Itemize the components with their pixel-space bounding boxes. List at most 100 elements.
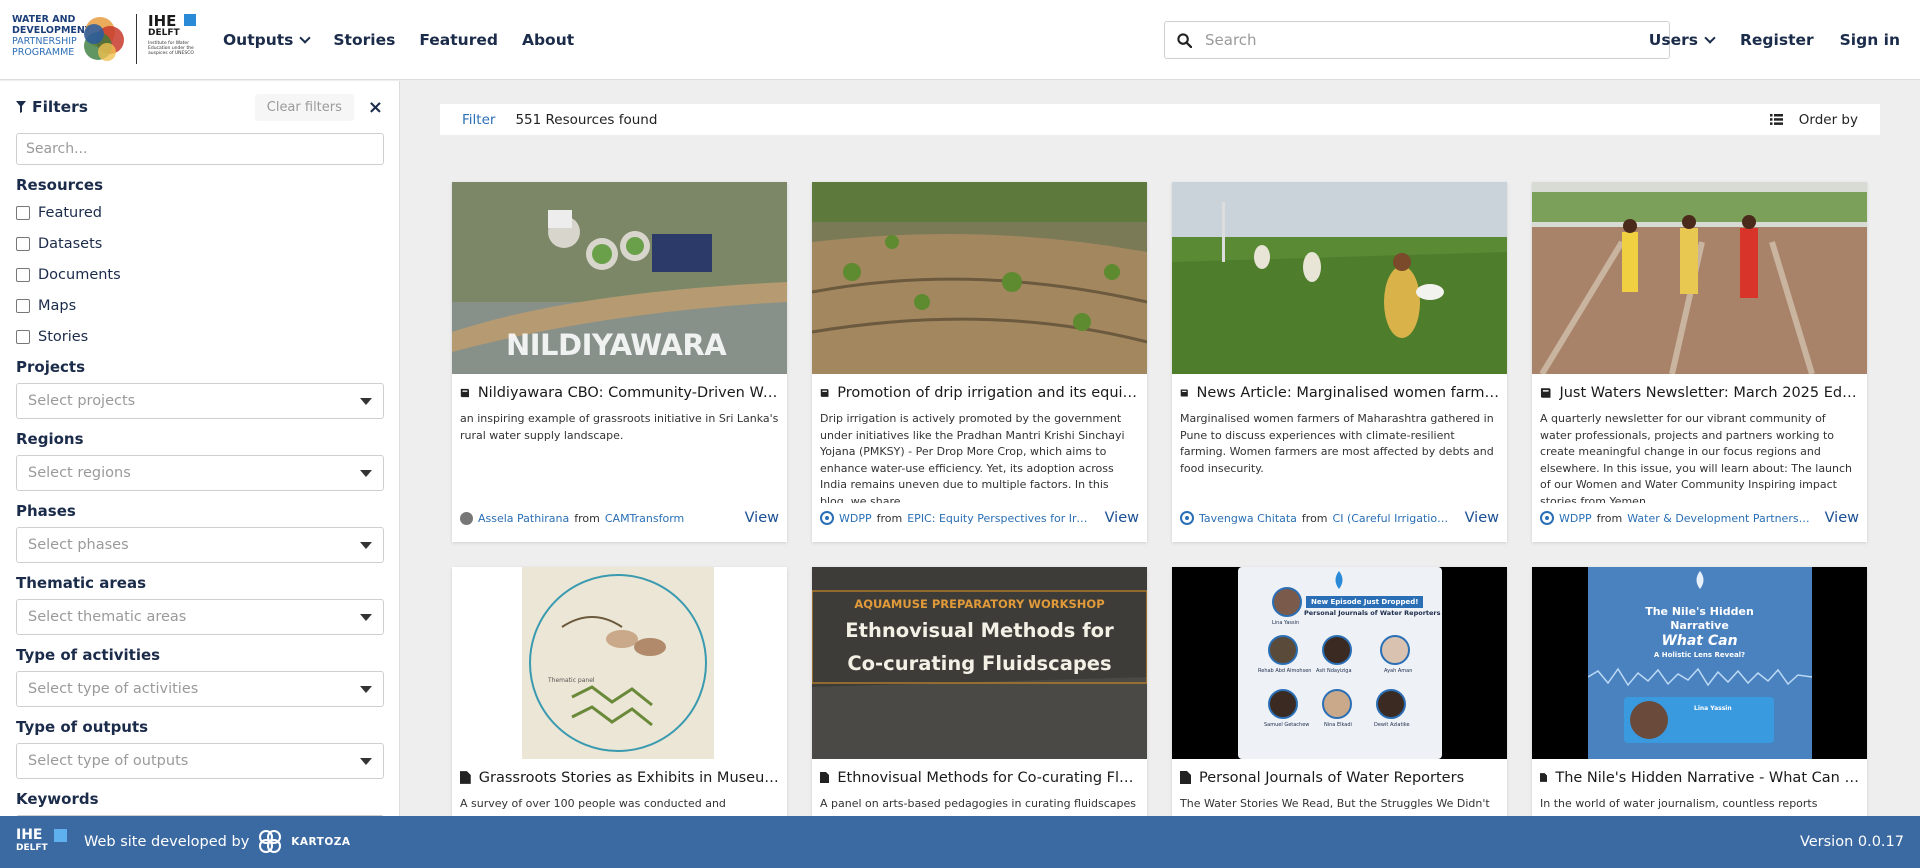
filters-sidebar: Filters Clear filters × Resources Featur… (0, 81, 400, 816)
card-image[interactable]: NILDIYAWARA (452, 182, 787, 374)
results-count: 551 Resources found (515, 111, 658, 128)
nav-about[interactable]: About (522, 31, 574, 49)
outputs-select[interactable]: Select type of outputs (16, 743, 384, 779)
view-button[interactable]: View (1097, 510, 1139, 526)
card-image-caption: Thematic panel (548, 677, 595, 684)
checkbox[interactable] (16, 267, 30, 282)
podcast-logo-icon (1696, 571, 1704, 589)
book-icon (1540, 387, 1551, 398)
checkbox-maps[interactable]: Maps (16, 290, 383, 321)
top-header: WATER AND DEVELOPMENT PARTNERSHIP PROGRA… (0, 0, 1920, 80)
resource-card[interactable]: New Episode Just Dropped! Personal Journ… (1172, 567, 1507, 827)
book-icon (1180, 388, 1188, 397)
ihe-delft-logo[interactable]: IHE DELFT Institute for Water Education … (148, 14, 208, 66)
resource-card[interactable]: News Article: Marginalised women farmers… (1172, 182, 1507, 542)
author-link[interactable]: Assela Pathirana (478, 512, 569, 525)
activities-title: Type of activities (16, 646, 161, 664)
resource-card[interactable]: Just Waters Newsletter: March 2025 Editi… (1532, 182, 1867, 542)
source-link[interactable]: CI (Careful Irrigation): Can Farmers Sav… (1333, 512, 1452, 525)
nav-stories[interactable]: Stories (333, 31, 395, 49)
author-avatar (460, 511, 473, 525)
chevron-down-icon (1704, 32, 1716, 44)
podcast-logo-icon (1335, 571, 1343, 589)
sign-in-link[interactable]: Sign in (1840, 31, 1900, 49)
checkbox[interactable] (16, 298, 30, 313)
checkbox[interactable] (16, 329, 30, 344)
projects-select[interactable]: Select projects (16, 383, 384, 419)
resource-card[interactable]: Thematic panel Grassroots Stories as Exh… (452, 567, 787, 827)
version-label: Version 0.0.17 (1799, 834, 1904, 850)
projects-title: Projects (16, 358, 86, 376)
checkbox-stories[interactable]: Stories (16, 321, 383, 352)
card-title[interactable]: News Article: Marginalised women farmers… (1172, 374, 1507, 411)
card-title[interactable]: Ethnovisual Methods for Co-curating Flui… (812, 759, 1147, 796)
card-title[interactable]: Nildiyawara CBO: Community-Driven Water … (452, 374, 787, 411)
regions-select[interactable]: Select regions (16, 455, 384, 491)
footer-ihe-logo[interactable]: IHE DELFT (16, 828, 70, 855)
search-icon[interactable] (1165, 22, 1203, 58)
results-toolbar: Filter 551 Resources found Order by (440, 104, 1880, 135)
phases-select[interactable]: Select phases (16, 527, 384, 563)
author-link[interactable]: Tavengwa Chitata (1199, 512, 1297, 525)
source-link[interactable]: Water & Development Partnership Programm… (1627, 512, 1811, 525)
view-button[interactable]: View (737, 510, 779, 526)
filters-header: Filters Clear filters × (16, 85, 383, 129)
card-title[interactable]: The Nile's Hidden Narrative - What Can a… (1532, 759, 1867, 796)
search-input[interactable] (1203, 23, 1669, 57)
nav-users[interactable]: Users (1649, 31, 1716, 49)
card-image[interactable]: New Episode Just Dropped! Personal Journ… (1172, 567, 1507, 759)
thematic-select[interactable]: Select thematic areas (16, 599, 384, 635)
register-link[interactable]: Register (1740, 31, 1814, 49)
nav-featured[interactable]: Featured (419, 31, 498, 49)
author-link[interactable]: WDPP (1559, 512, 1592, 525)
card-title[interactable]: Promotion of drip irrigation and its equ… (812, 374, 1147, 411)
outputs-title: Type of outputs (16, 718, 149, 736)
kartoza-link[interactable]: KARTOZA (291, 836, 350, 848)
card-footer: Tavengwa Chitata from CI (Careful Irriga… (1172, 503, 1507, 533)
checkbox-datasets[interactable]: Datasets (16, 228, 383, 259)
resource-card[interactable]: NILDIYAWARA Nildiyawara CBO: Community-D… (452, 182, 787, 542)
activities-select[interactable]: Select type of activities (16, 671, 384, 707)
document-icon (460, 771, 471, 784)
order-by-dropdown[interactable]: Order by (1799, 112, 1858, 128)
regions-title: Regions (16, 430, 84, 448)
card-image[interactable]: AQUAMUSE PREPARATORY WORKSHOP Ethnovisua… (812, 567, 1147, 759)
author-link[interactable]: WDPP (839, 512, 872, 525)
checkbox-featured[interactable]: Featured (16, 197, 383, 228)
order-controls: Order by (1769, 112, 1858, 128)
card-image-caption: NILDIYAWARA (506, 328, 727, 362)
card-description: an inspiring example of grassroots initi… (460, 412, 779, 442)
close-icon[interactable]: × (368, 97, 383, 118)
card-image[interactable]: Thematic panel (452, 567, 787, 759)
checkbox[interactable] (16, 236, 30, 251)
card-image[interactable] (1172, 182, 1507, 374)
filter-search-input[interactable] (16, 133, 384, 165)
list-view-icon[interactable] (1769, 114, 1783, 125)
document-icon (820, 771, 830, 784)
clear-filters-button[interactable]: Clear filters (254, 93, 354, 121)
caret-down-icon (360, 469, 372, 477)
checkbox-documents[interactable]: Documents (16, 259, 383, 290)
resource-card[interactable]: Promotion of drip irrigation and its equ… (812, 182, 1147, 542)
view-button[interactable]: View (1817, 510, 1859, 526)
filter-toggle-link[interactable]: Filter (462, 112, 495, 128)
card-title[interactable]: Just Waters Newsletter: March 2025 Editi… (1532, 374, 1867, 411)
resource-card[interactable]: AQUAMUSE PREPARATORY WORKSHOP Ethnovisua… (812, 567, 1147, 819)
resource-card[interactable]: The Nile's Hidden Narrative What Can A H… (1532, 567, 1867, 827)
card-title[interactable]: Personal Journals of Water Reporters (1172, 759, 1507, 796)
document-icon (1540, 773, 1548, 782)
card-title[interactable]: Grassroots Stories as Exhibits in Museum… (452, 759, 787, 796)
filters-title: Filters (16, 98, 88, 116)
kartoza-logo-icon[interactable] (255, 828, 285, 856)
wdpp-logo[interactable]: WATER AND DEVELOPMENT PARTNERSHIP PROGRA… (12, 12, 124, 68)
site-footer: IHE DELFT Web site developed by KARTOZA … (0, 816, 1920, 868)
card-image[interactable] (1532, 182, 1867, 374)
view-button[interactable]: View (1457, 510, 1499, 526)
nav-outputs[interactable]: Outputs (223, 31, 312, 49)
card-image[interactable] (812, 182, 1147, 374)
filter-icon (16, 101, 26, 113)
source-link[interactable]: CAMTransform (605, 512, 732, 525)
source-link[interactable]: EPIC: Equity Perspectives for Irrigation (907, 512, 1091, 525)
checkbox[interactable] (16, 205, 30, 220)
card-image[interactable]: The Nile's Hidden Narrative What Can A H… (1532, 567, 1867, 759)
